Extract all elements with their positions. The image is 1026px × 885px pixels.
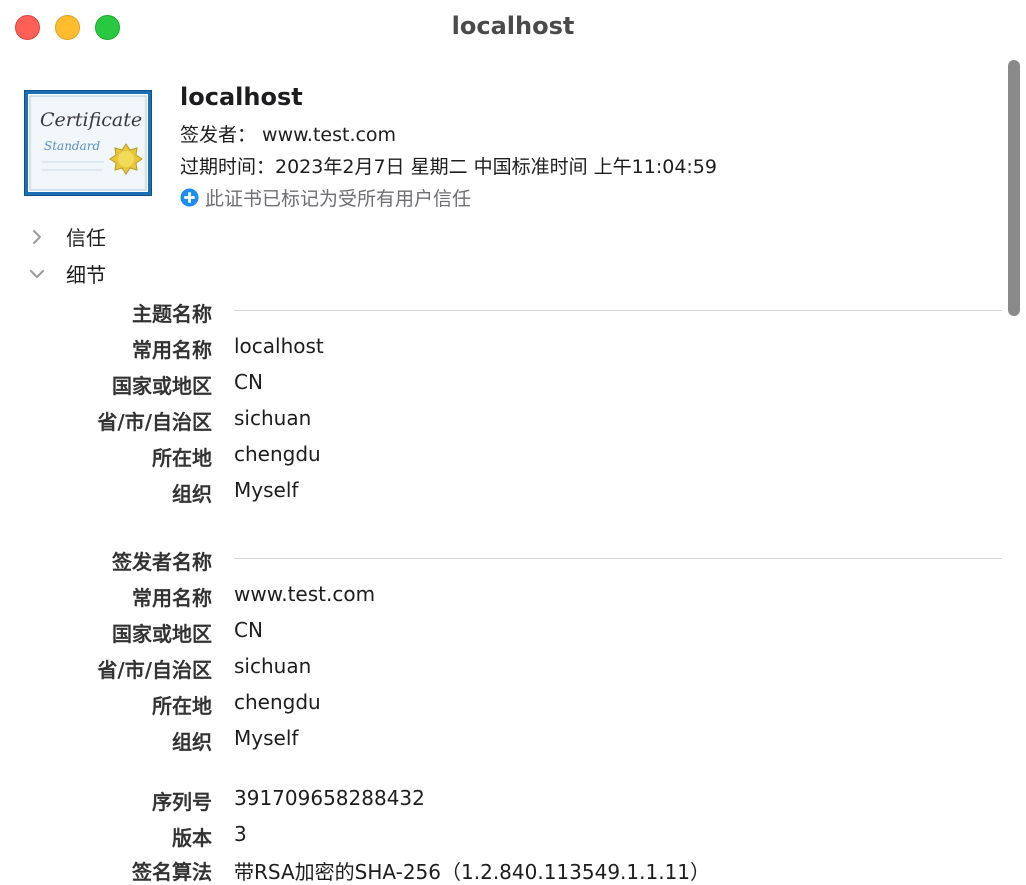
serial-number-value: 391709658288432 xyxy=(234,786,425,810)
details-section-toggle[interactable]: 细节 xyxy=(26,259,106,288)
issuer-common-name-value: www.test.com xyxy=(234,582,376,606)
certificate-icon: Certificate Standard xyxy=(24,90,152,196)
window-title: localhost xyxy=(451,12,575,40)
signature-algorithm-value: 带RSA加密的SHA-256（1.2.840.113549.1.1.11） xyxy=(234,860,711,884)
chevron-down-icon xyxy=(30,269,44,278)
subject-country-value: CN xyxy=(234,370,263,394)
trust-section-label: 信任 xyxy=(66,226,106,250)
issuer-common-name-label: 常用名称 xyxy=(132,586,212,610)
subject-common-name-value: localhost xyxy=(234,334,324,358)
plus-circle-icon xyxy=(180,188,199,207)
subject-province-value: sichuan xyxy=(234,406,312,430)
issuer-organization-label: 组织 xyxy=(172,730,212,754)
certificate-icon-subtitle: Standard xyxy=(44,139,100,153)
subject-province-label: 省/市/自治区 xyxy=(97,410,212,434)
vertical-scrollbar[interactable] xyxy=(1008,60,1020,316)
expiry-line: 过期时间：2023年2月7日 星期二 中国标准时间 上午11:04:59 xyxy=(180,156,717,178)
signature-algorithm-label: 签名算法 xyxy=(132,860,212,884)
issuer-province-value: sichuan xyxy=(234,654,312,678)
certificate-name: localhost xyxy=(180,83,303,111)
chevron-right-icon xyxy=(33,229,41,244)
subject-name-header: 主题名称 xyxy=(132,302,212,326)
issuer-locality-value: chengdu xyxy=(234,690,321,714)
details-section-label: 细节 xyxy=(66,263,106,287)
issuer-country-label: 国家或地区 xyxy=(112,622,212,646)
subject-country-label: 国家或地区 xyxy=(112,374,212,398)
trust-status-text: 此证书已标记为受所有用户信任 xyxy=(205,188,472,210)
issuer-name-header: 签发者名称 xyxy=(112,550,212,574)
subject-organization-value: Myself xyxy=(234,478,299,502)
issuer-province-label: 省/市/自治区 xyxy=(97,658,212,682)
version-label: 版本 xyxy=(172,826,212,850)
serial-number-label: 序列号 xyxy=(152,790,212,814)
certificate-icon-title: Certificate xyxy=(40,109,142,131)
trust-section-toggle[interactable]: 信任 xyxy=(26,222,106,251)
subject-organization-label: 组织 xyxy=(172,482,212,506)
title-bar: localhost xyxy=(0,0,1026,56)
issuer-organization-value: Myself xyxy=(234,726,299,750)
seal-icon xyxy=(109,143,143,175)
issuer-country-value: CN xyxy=(234,618,263,642)
subject-locality-value: chengdu xyxy=(234,442,321,466)
issuer-locality-label: 所在地 xyxy=(152,694,212,718)
issuer-divider xyxy=(234,558,1002,559)
subject-locality-label: 所在地 xyxy=(152,446,212,470)
subject-common-name-label: 常用名称 xyxy=(132,338,212,362)
subject-divider xyxy=(234,310,1002,311)
issuer-line: 签发者： www.test.com xyxy=(180,124,397,146)
version-value: 3 xyxy=(234,822,247,846)
trust-status: 此证书已标记为受所有用户信任 xyxy=(180,184,471,211)
